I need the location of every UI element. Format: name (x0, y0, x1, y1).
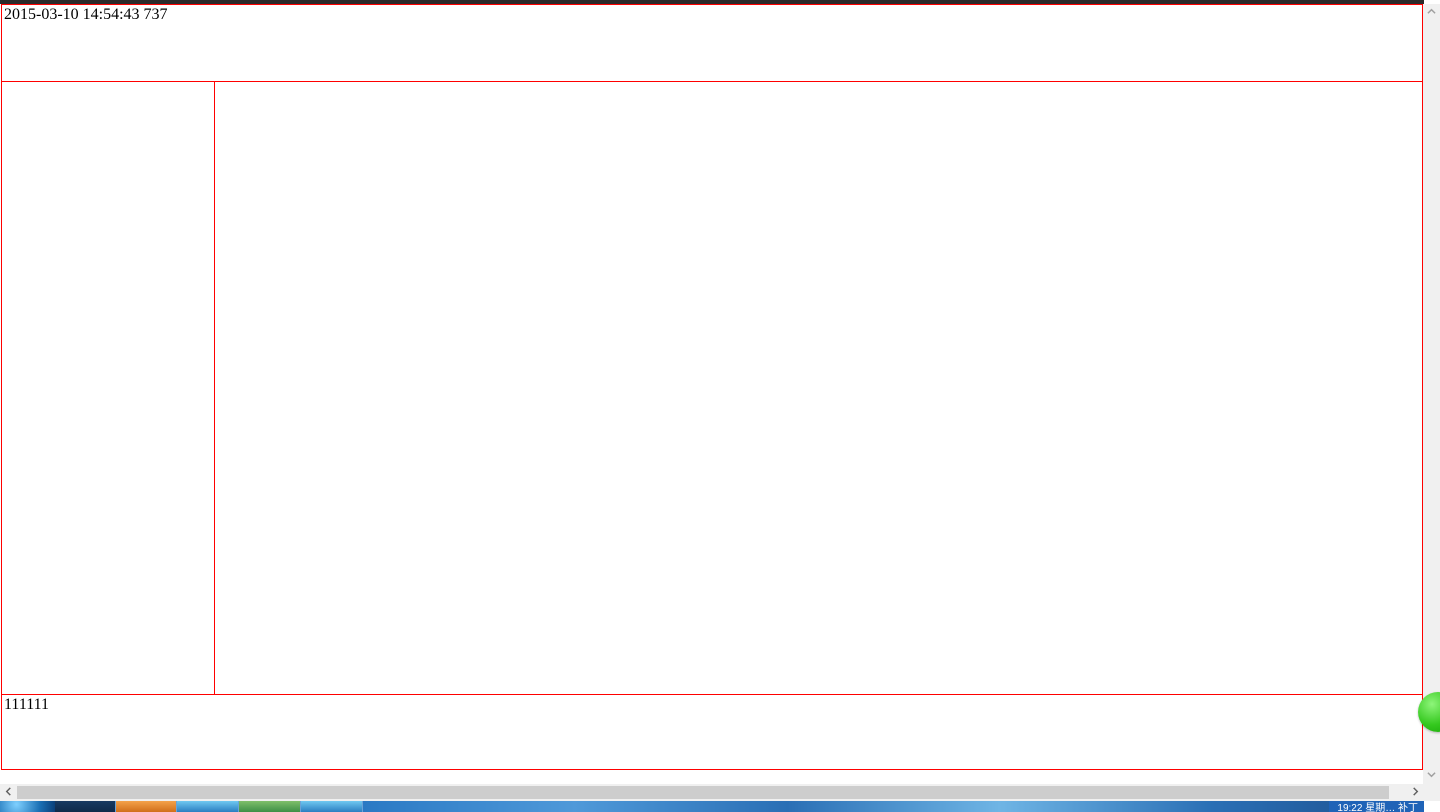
horizontal-scrollbar[interactable] (0, 784, 1424, 801)
header-cell: 2015-03-10 14:54:43 737 (2, 5, 1423, 82)
vertical-scrollbar[interactable] (1423, 4, 1440, 784)
taskbar[interactable]: 19:22 星期… 补丁 (0, 801, 1424, 812)
left-cell (2, 82, 215, 695)
taskbar-app-4[interactable] (301, 801, 363, 812)
chevron-up-icon (1427, 7, 1436, 19)
scrollbar-corner (1423, 784, 1440, 801)
taskbar-app-3[interactable] (239, 801, 301, 812)
taskbar-clock[interactable]: 19:22 星期… 补丁 (1337, 801, 1418, 812)
scroll-right-button[interactable] (1407, 784, 1424, 801)
taskbar-background (363, 801, 1424, 812)
scroll-down-button[interactable] (1423, 767, 1440, 784)
taskbar-app-ie[interactable] (177, 801, 239, 812)
taskbar-app-firefox[interactable] (115, 801, 177, 812)
chevron-down-icon (1427, 770, 1436, 782)
viewport: 2015-03-10 14:54:43 737 111111 (0, 0, 1440, 812)
chevron-left-icon (4, 787, 13, 799)
footer-text: 111111 (4, 696, 49, 713)
scroll-left-button[interactable] (0, 784, 17, 801)
chevron-right-icon (1411, 787, 1420, 799)
page-content: 2015-03-10 14:54:43 737 111111 (0, 0, 1424, 783)
footer-cell: 111111 (2, 695, 1423, 770)
scroll-up-button[interactable] (1423, 4, 1440, 21)
start-button[interactable] (0, 801, 55, 812)
horizontal-scrollbar-thumb[interactable] (17, 786, 1389, 799)
right-cell (215, 82, 1423, 695)
header-text: 2015-03-10 14:54:43 737 (4, 6, 168, 23)
layout-table: 2015-03-10 14:54:43 737 111111 (1, 4, 1423, 770)
